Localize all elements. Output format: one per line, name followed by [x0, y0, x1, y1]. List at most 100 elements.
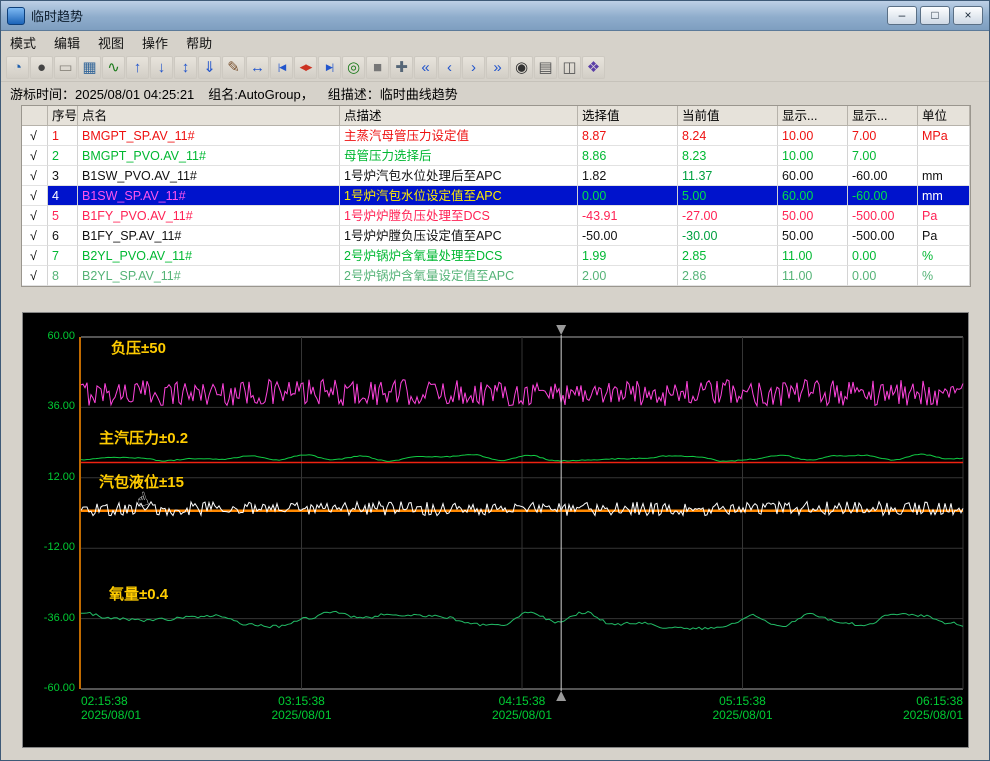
cell-unit: MPa	[918, 126, 970, 146]
cell-sel: 2.00	[578, 266, 678, 286]
menu-item-3[interactable]: 视图	[89, 31, 133, 54]
menu-item-2[interactable]: 编辑	[45, 31, 89, 54]
cursor-to-end-icon[interactable]: ▶|	[318, 56, 341, 79]
table-row[interactable]: √5B1FY_PVO.AV_11#1号炉炉膛负压处理至DCS-43.91-27.…	[22, 206, 970, 226]
column-header[interactable]: 点名	[78, 106, 340, 126]
cell-name: B2YL_PVO.AV_11#	[78, 246, 340, 266]
stop-icon[interactable]: ■	[366, 56, 389, 79]
cell-num: 1	[48, 126, 78, 146]
edit-pen-icon[interactable]: ✎	[222, 56, 245, 79]
cell-sel: -50.00	[578, 226, 678, 246]
column-header[interactable]: 显示...	[778, 106, 848, 126]
tools-icon[interactable]: ✚	[390, 56, 413, 79]
menu-bar: 模式编辑视图操作帮助	[1, 31, 989, 54]
cell-num: 6	[48, 226, 78, 246]
zoom-icon[interactable]: ◎	[342, 56, 365, 79]
page-first-icon[interactable]: «	[414, 56, 437, 79]
print-icon[interactable]: ▤	[534, 56, 557, 79]
cell-desc: 1号炉汽包水位设定值至APC	[340, 186, 578, 206]
column-header[interactable]: 当前值	[678, 106, 778, 126]
cell-lo: -60.00	[848, 186, 918, 206]
menu-item-1[interactable]: 模式	[1, 31, 45, 54]
cell-check[interactable]: √	[22, 226, 48, 246]
table-header-row: 序号点名点描述选择值当前值显示...显示...单位	[22, 106, 970, 126]
help-book-icon[interactable]: ❖	[582, 56, 605, 79]
cursor-top-handle[interactable]	[556, 325, 566, 335]
cell-check[interactable]: √	[22, 266, 48, 286]
cell-cur: 8.23	[678, 146, 778, 166]
table-row[interactable]: √1BMGPT_SP.AV_11#主蒸汽母管压力设定值8.878.2410.00…	[22, 126, 970, 146]
x-axis-label: 03:15:382025/08/01	[257, 694, 347, 722]
table-row[interactable]: √6B1FY_SP.AV_11#1号炉炉膛负压设定值至APC-50.00-30.…	[22, 226, 970, 246]
cell-check[interactable]: √	[22, 166, 48, 186]
x-axis-time: 04:15:38	[477, 694, 567, 708]
page-last-icon[interactable]: »	[486, 56, 509, 79]
cell-lo: -500.00	[848, 226, 918, 246]
trend-plot	[23, 313, 968, 747]
x-axis-label: 02:15:382025/08/01	[81, 694, 171, 722]
cell-num: 5	[48, 206, 78, 226]
cell-name: BMGPT_SP.AV_11#	[78, 126, 340, 146]
cell-check[interactable]: √	[22, 186, 48, 206]
expand-x-icon[interactable]: ↔	[246, 56, 269, 79]
cell-name: B1FY_SP.AV_11#	[78, 226, 340, 246]
cell-check[interactable]: √	[22, 126, 48, 146]
column-header[interactable]: 显示...	[848, 106, 918, 126]
page-forward-icon[interactable]: ›	[462, 56, 485, 79]
cell-cur: 2.86	[678, 266, 778, 286]
find-icon[interactable]: ◉	[510, 56, 533, 79]
new-doc-icon[interactable]: ▭	[54, 56, 77, 79]
maximize-button[interactable]: □	[920, 6, 950, 25]
y-axis-label: 36.00	[25, 400, 75, 412]
column-header[interactable]	[22, 106, 48, 126]
column-header[interactable]: 序号	[48, 106, 78, 126]
record-icon[interactable]: ●	[30, 56, 53, 79]
cell-check[interactable]: √	[22, 206, 48, 226]
cell-cur: 8.24	[678, 126, 778, 146]
cell-name: B1FY_PVO.AV_11#	[78, 206, 340, 226]
table-row[interactable]: √8B2YL_SP.AV_11#2号炉锅炉含氧量设定值至APC2.002.861…	[22, 266, 970, 286]
cursor-to-start-icon[interactable]: |◀	[270, 56, 293, 79]
cell-num: 4	[48, 186, 78, 206]
title-bar[interactable]: 临时趋势 – □ ×	[1, 1, 989, 31]
column-header[interactable]: 单位	[918, 106, 970, 126]
column-header[interactable]: 点描述	[340, 106, 578, 126]
cell-check[interactable]: √	[22, 146, 48, 166]
export-icon[interactable]: ◫	[558, 56, 581, 79]
cell-name: B1SW_PVO.AV_11#	[78, 166, 340, 186]
menu-item-4[interactable]: 操作	[133, 31, 177, 54]
cell-check[interactable]: √	[22, 246, 48, 266]
table-row[interactable]: √3B1SW_PVO.AV_11#1号炉汽包水位处理后至APC1.8211.37…	[22, 166, 970, 186]
dual-cursor-icon[interactable]: ◀▶	[294, 56, 317, 79]
minimize-button[interactable]: –	[887, 6, 917, 25]
cell-cur: -27.00	[678, 206, 778, 226]
x-axis-time: 03:15:38	[257, 694, 347, 708]
scroll-up-icon[interactable]: ↑	[126, 56, 149, 79]
close-button[interactable]: ×	[953, 6, 983, 25]
table-row[interactable]: √7B2YL_PVO.AV_11#2号炉锅炉含氧量处理至DCS1.992.851…	[22, 246, 970, 266]
trend-curve-icon[interactable]: ∿	[102, 56, 125, 79]
cell-unit: mm	[918, 166, 970, 186]
trend-chart[interactable]: 60.0036.0012.00-12.00-36.00-60.0002:15:3…	[22, 312, 969, 748]
page-back-icon[interactable]: ‹	[438, 56, 461, 79]
app-window: 临时趋势 – □ × 模式编辑视图操作帮助 ◔●▭▦∿↑↓↕⇓✎↔|◀◀▶▶|◎…	[0, 0, 990, 761]
cell-cur: 11.37	[678, 166, 778, 186]
curve-annotation: 负压±50	[111, 337, 166, 358]
expand-y-icon[interactable]: ↕	[174, 56, 197, 79]
cell-hi: 10.00	[778, 146, 848, 166]
table-row[interactable]: √2BMGPT_PVO.AV_11#母管压力选择后8.868.2310.007.…	[22, 146, 970, 166]
compress-y-icon[interactable]: ⇓	[198, 56, 221, 79]
time-setup-icon[interactable]: ◔	[6, 56, 29, 79]
cell-sel: 8.86	[578, 146, 678, 166]
column-header[interactable]: 选择值	[578, 106, 678, 126]
cell-num: 8	[48, 266, 78, 286]
cell-unit: Pa	[918, 226, 970, 246]
cell-desc: 2号炉锅炉含氧量设定值至APC	[340, 266, 578, 286]
cell-sel: 1.99	[578, 246, 678, 266]
table-row[interactable]: √4B1SW_SP.AV_11#1号炉汽包水位设定值至APC0.005.0060…	[22, 186, 970, 206]
group-name-label: 组名:AutoGroup，	[208, 84, 314, 103]
cell-lo: 7.00	[848, 126, 918, 146]
data-table-icon[interactable]: ▦	[78, 56, 101, 79]
menu-item-5[interactable]: 帮助	[177, 31, 221, 54]
scroll-down-icon[interactable]: ↓	[150, 56, 173, 79]
